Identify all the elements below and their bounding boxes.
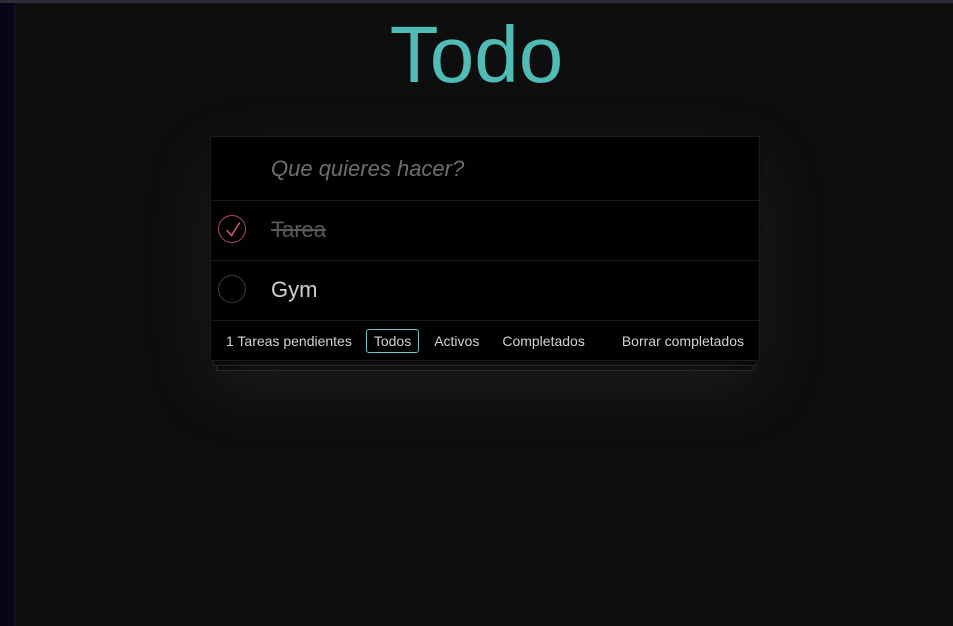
app-title: Todo bbox=[389, 10, 564, 99]
filter-all[interactable]: Todos bbox=[365, 328, 420, 353]
clear-completed-button[interactable]: Borrar completados bbox=[622, 333, 744, 349]
list-item: Tarea bbox=[211, 201, 759, 261]
pending-count: 1 Tareas pendientes bbox=[226, 332, 352, 349]
todo-footer: 1 Tareas pendientes Todos Activos Comple… bbox=[211, 321, 759, 360]
left-edge-strip bbox=[0, 3, 15, 626]
todo-card: Tarea Gym 1 Tareas pendientes Todos Acti… bbox=[210, 136, 760, 361]
todo-list: Tarea Gym bbox=[211, 201, 759, 321]
list-item: Gym bbox=[211, 261, 759, 321]
todo-toggle-checked[interactable] bbox=[218, 215, 246, 243]
app-window: Todo Tarea Gym 1 Tareas bbox=[0, 0, 953, 626]
todo-toggle-unchecked[interactable] bbox=[218, 275, 246, 303]
filter-active[interactable]: Activos bbox=[426, 329, 487, 353]
filter-tabs: Todos Activos Completados bbox=[365, 328, 600, 353]
todo-label[interactable]: Gym bbox=[271, 277, 317, 303]
new-todo-input[interactable] bbox=[211, 137, 759, 201]
filter-completed[interactable]: Completados bbox=[494, 329, 593, 353]
todo-label[interactable]: Tarea bbox=[271, 217, 326, 243]
checkmark-icon bbox=[226, 222, 241, 237]
todo-panel: Tarea Gym 1 Tareas pendientes Todos Acti… bbox=[210, 136, 760, 371]
